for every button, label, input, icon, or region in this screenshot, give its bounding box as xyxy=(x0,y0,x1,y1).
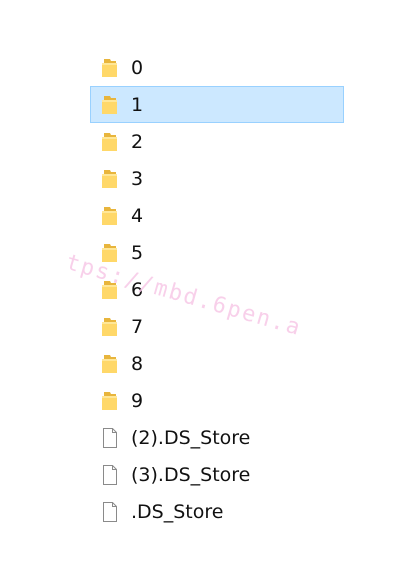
list-item-folder-2[interactable]: 2 xyxy=(90,123,344,160)
item-label: 3 xyxy=(131,168,144,190)
file-icon xyxy=(101,502,119,522)
folder-icon xyxy=(101,95,119,115)
file-icon xyxy=(101,428,119,448)
list-item-file-2-ds-store[interactable]: (2).DS_Store xyxy=(90,419,344,456)
list-item-file-3-ds-store[interactable]: (3).DS_Store xyxy=(90,456,344,493)
list-item-file-ds-store[interactable]: .DS_Store xyxy=(90,493,344,530)
list-item-folder-8[interactable]: 8 xyxy=(90,345,344,382)
item-label: .DS_Store xyxy=(131,501,224,523)
file-icon xyxy=(101,465,119,485)
list-item-folder-4[interactable]: 4 xyxy=(90,197,344,234)
list-item-folder-9[interactable]: 9 xyxy=(90,382,344,419)
folder-icon xyxy=(101,317,119,337)
folder-icon xyxy=(101,243,119,263)
folder-icon xyxy=(101,206,119,226)
item-label: (2).DS_Store xyxy=(131,427,251,449)
list-item-folder-5[interactable]: 5 xyxy=(90,234,344,271)
folder-icon xyxy=(101,58,119,78)
item-label: 9 xyxy=(131,390,144,412)
item-label: 7 xyxy=(131,316,144,338)
list-item-folder-6[interactable]: 6 xyxy=(90,271,344,308)
list-item-folder-7[interactable]: 7 xyxy=(90,308,344,345)
file-list: 0 1 2 3 4 5 6 7 8 9 (2).DS_Store (3).DS_… xyxy=(90,49,344,530)
folder-icon xyxy=(101,132,119,152)
item-label: 0 xyxy=(131,57,144,79)
item-label: 1 xyxy=(131,94,144,116)
item-label: 2 xyxy=(131,131,144,153)
list-item-folder-3[interactable]: 3 xyxy=(90,160,344,197)
folder-icon xyxy=(101,280,119,300)
item-label: 5 xyxy=(131,242,144,264)
item-label: (3).DS_Store xyxy=(131,464,251,486)
folder-icon xyxy=(101,391,119,411)
folder-icon xyxy=(101,169,119,189)
list-item-folder-1[interactable]: 1 xyxy=(90,86,344,123)
folder-icon xyxy=(101,354,119,374)
item-label: 8 xyxy=(131,353,144,375)
item-label: 4 xyxy=(131,205,144,227)
list-item-folder-0[interactable]: 0 xyxy=(90,49,344,86)
item-label: 6 xyxy=(131,279,144,301)
